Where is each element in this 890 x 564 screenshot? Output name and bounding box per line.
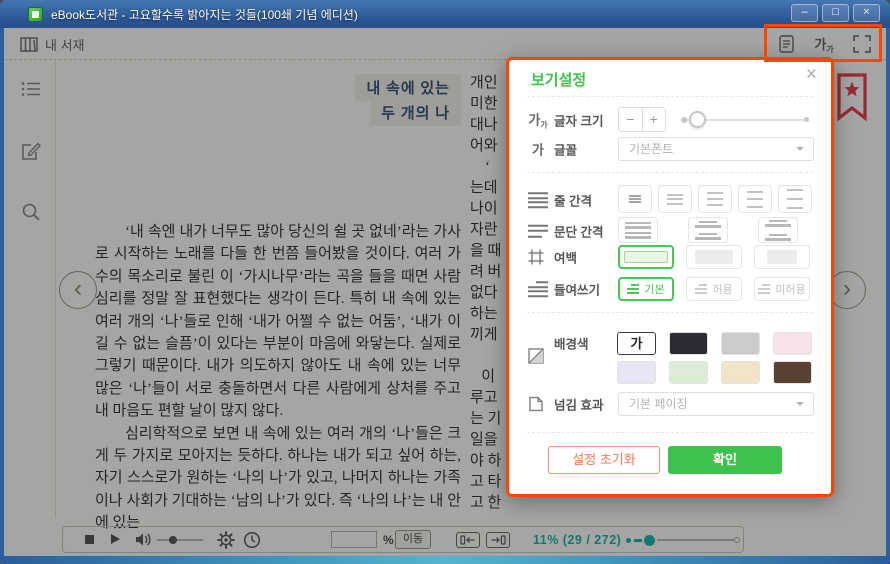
indent-icon (528, 281, 548, 297)
slider-start-dot (681, 117, 687, 123)
font-size-minus-button[interactable]: − (619, 108, 643, 131)
font-size-stepper: − + (618, 107, 666, 132)
view-settings-panel: 보기설정 × 가가 글자 크기 − + 가 글꼴 (506, 57, 834, 497)
app-icon (28, 7, 43, 22)
background-color-row: 배경색 가 (509, 326, 831, 386)
bg-swatch-pink[interactable] (773, 332, 812, 355)
close-window-button[interactable]: × (853, 4, 880, 22)
margin-row: 여백 (509, 244, 831, 270)
bg-swatch-white-selected[interactable]: 가 (617, 332, 656, 355)
maximize-button[interactable]: □ (822, 4, 849, 22)
paragraph-spacing-label: 문단 간격 (554, 222, 603, 241)
panel-title: 보기설정 (531, 69, 586, 90)
paragraph-spacing-option-3[interactable] (758, 217, 798, 243)
font-size-icon: 가가 (528, 110, 548, 131)
bg-swatch-beige[interactable] (721, 361, 760, 384)
indent-glyph (758, 284, 770, 293)
indent-option-disallow[interactable]: 미허용 (754, 277, 810, 301)
line-spacing-option-2[interactable] (658, 185, 692, 213)
line-spacing-option-1[interactable] (618, 185, 652, 213)
line-spacing-label: 줄 간격 (554, 191, 592, 210)
title-bar: eBook도서관 - 고요할수록 밝아지는 것들(100쇄 기념 에디션) – … (0, 0, 890, 28)
line-spacing-option-5[interactable] (778, 185, 812, 213)
line-spacing-row: 줄 간격 (509, 184, 831, 216)
font-family-select[interactable]: 기본폰트 (618, 137, 814, 161)
annotation-box-toolbar-icons (764, 24, 882, 62)
divider (527, 312, 813, 313)
margin-label: 여백 (554, 248, 577, 267)
indent-glyph (627, 284, 639, 293)
minimize-button[interactable]: – (791, 4, 818, 22)
page-effect-select[interactable]: 기본 페이징 (618, 392, 814, 416)
font-family-icon: 가 (528, 140, 548, 159)
indent-option-default[interactable]: 기본 (618, 277, 674, 301)
indent-option-allow[interactable]: 허용 (686, 277, 742, 301)
bg-swatch-gray[interactable] (721, 332, 760, 355)
paragraph-spacing-icon (528, 225, 548, 238)
font-size-label: 글자 크기 (554, 111, 603, 130)
background-color-label: 배경색 (554, 334, 589, 353)
page-effect-label: 넘김 효과 (554, 395, 603, 414)
indent-label: 들여쓰기 (554, 280, 600, 299)
app-content: 내 서재 가가 (4, 28, 886, 556)
indent-glyph (695, 284, 707, 293)
margin-option-2[interactable] (686, 245, 742, 269)
bg-swatch-lavender[interactable] (617, 361, 656, 384)
window-controls: – □ × (791, 4, 880, 22)
margin-option-3[interactable] (754, 245, 810, 269)
window-bottom-border (0, 556, 890, 564)
slider-end-dot (804, 117, 809, 122)
font-family-label: 글꼴 (554, 140, 577, 159)
page-effect-icon (528, 396, 548, 412)
window-title: eBook도서관 - 고요할수록 밝아지는 것들(100쇄 기념 에디션) (51, 6, 358, 23)
divider (527, 96, 813, 97)
page-effect-row: 넘김 효과 기본 페이징 (509, 389, 831, 419)
font-family-row: 가 글꼴 기본폰트 (509, 134, 831, 164)
confirm-button[interactable]: 확인 (668, 446, 782, 474)
line-spacing-option-3[interactable] (698, 185, 732, 213)
margin-option-1-selected[interactable] (618, 245, 674, 269)
font-size-plus-button[interactable]: + (643, 108, 666, 131)
line-spacing-icon (528, 192, 548, 208)
background-color-icon (528, 348, 548, 364)
font-size-slider-handle[interactable] (689, 111, 706, 128)
paragraph-spacing-row: 문단 간격 (509, 216, 831, 246)
bg-swatch-brown[interactable] (773, 361, 812, 384)
font-size-slider-track[interactable] (681, 119, 809, 121)
bg-swatch-green[interactable] (669, 361, 708, 384)
divider (527, 432, 813, 433)
bg-swatch-dark[interactable] (669, 332, 708, 355)
paragraph-spacing-option-2[interactable] (688, 217, 728, 243)
reset-settings-button[interactable]: 설정 초기화 (548, 446, 660, 474)
divider (527, 172, 813, 173)
font-size-row: 가가 글자 크기 − + (509, 104, 831, 136)
margin-icon (528, 249, 548, 265)
paragraph-spacing-option-1[interactable] (618, 217, 658, 243)
line-spacing-option-4[interactable] (738, 185, 772, 213)
indent-row: 들여쓰기 기본 허용 미허용 (509, 276, 831, 302)
app-window: eBook도서관 - 고요할수록 밝아지는 것들(100쇄 기념 에디션) – … (0, 0, 890, 564)
close-panel-icon[interactable]: × (806, 65, 817, 85)
